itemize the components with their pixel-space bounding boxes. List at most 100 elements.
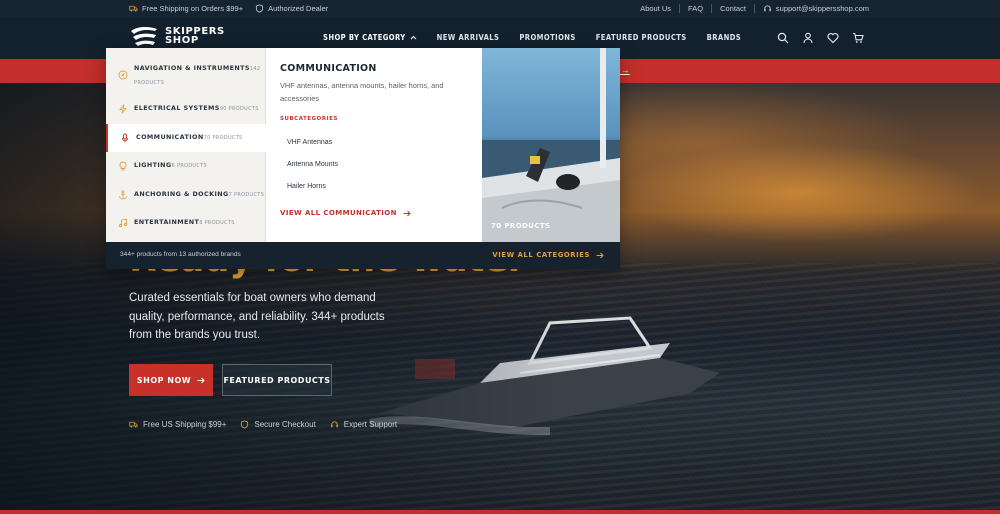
shield-icon — [241, 420, 249, 429]
view-all-label: VIEW ALL COMMUNICATION — [280, 209, 397, 217]
category-count: 90 PRODUCTS — [219, 106, 259, 112]
nav-promotions[interactable]: PROMOTIONS — [519, 33, 575, 42]
category-count: 6 PRODUCTS — [171, 163, 208, 169]
divider — [753, 4, 755, 13]
utility-bar-right: About Us FAQ Contact support@skipperssho… — [640, 4, 869, 13]
headset-icon — [330, 421, 338, 428]
category-name: ANCHORING & DOCKING — [134, 190, 229, 198]
promo-image-count: 70 PRODUCTS — [491, 222, 551, 230]
category-item-communication[interactable]: COMMUNICATION70 PRODUCTS — [106, 124, 266, 152]
subcategory-vhf-antennas[interactable]: VHF Antennas — [287, 139, 332, 146]
subcategory-hailer-horns[interactable]: Hailer Horns — [287, 183, 326, 190]
category-label: ANCHORING & DOCKING7 PRODUCTS — [134, 188, 264, 202]
nav-new-arrivals[interactable]: NEW ARRIVALS — [437, 33, 500, 42]
category-item-lighting[interactable]: LIGHTING6 PRODUCTS — [106, 152, 266, 180]
header-actions — [777, 32, 864, 44]
trust-shipping: Free US Shipping $99+ — [129, 420, 226, 429]
divider — [711, 4, 713, 13]
detail-title: COMMUNICATION — [280, 63, 377, 74]
truck-icon — [129, 421, 138, 428]
free-shipping-text: Free Shipping on Orders $99+ — [142, 4, 244, 13]
trust-support: Expert Support — [330, 420, 397, 429]
music-icon — [118, 218, 128, 228]
detail-description: VHF antennas, antenna mounts, hailer hor… — [280, 81, 444, 103]
arrow-right-icon — [197, 377, 205, 383]
mega-menu-footer: 344+ products from 13 authorized brands … — [106, 242, 620, 269]
logo-wordmark: SKIPPERS SHOP — [165, 27, 225, 46]
radio-photo — [482, 48, 620, 242]
category-mega-menu: NAVIGATION & INSTRUMENTS142 PRODUCTS ELE… — [106, 48, 620, 269]
category-name: NAVIGATION & INSTRUMENTS — [134, 64, 250, 72]
category-label: LIGHTING6 PRODUCTS — [134, 159, 207, 173]
view-all-categories-link[interactable]: VIEW ALL CATEGORIES — [492, 251, 604, 259]
category-label: NAVIGATION & INSTRUMENTS142 PRODUCTS — [134, 62, 266, 90]
chevron-up-icon — [410, 35, 416, 40]
microphone-icon — [121, 133, 129, 143]
wishlist-heart-icon[interactable] — [827, 32, 839, 44]
shop-now-button[interactable]: SHOP NOW — [129, 364, 213, 396]
faq-link[interactable]: FAQ — [688, 4, 703, 13]
search-icon[interactable] — [777, 32, 789, 44]
shield-icon — [256, 4, 264, 13]
headset-icon — [764, 5, 771, 12]
footer-info-text: 344+ products from 13 authorized brands — [120, 251, 241, 258]
category-item-navigation[interactable]: NAVIGATION & INSTRUMENTS142 PRODUCTS — [106, 60, 266, 100]
bulb-icon — [119, 161, 127, 171]
category-count: 7 PRODUCTS — [228, 192, 265, 198]
category-label: ENTERTAINMENT8 PRODUCTS — [134, 216, 235, 230]
trust-badges: Free US Shipping $99+ Secure Checkout Ex… — [129, 420, 397, 429]
support-email-text: support@skippersshop.com — [775, 4, 869, 13]
trust-support-text: Expert Support — [343, 420, 398, 429]
nav-brands[interactable]: BRANDS — [707, 33, 741, 42]
support-email-link[interactable]: support@skippersshop.com — [763, 4, 869, 13]
truck-icon — [129, 5, 138, 12]
authorized-dealer-text: Authorized Dealer — [268, 4, 329, 13]
anchor-icon — [118, 190, 128, 200]
nav-featured-products[interactable]: FEATURED PRODUCTS — [596, 33, 687, 42]
free-shipping-notice: Free Shipping on Orders $99+ — [129, 4, 243, 13]
subcategories-heading: SUBCATEGORIES — [280, 116, 338, 122]
category-label: ELECTRICAL SYSTEMS90 PRODUCTS — [134, 102, 259, 116]
category-item-electrical[interactable]: ELECTRICAL SYSTEMS90 PRODUCTS — [106, 95, 266, 123]
utility-bar-left: Free Shipping on Orders $99+ Authorized … — [129, 4, 328, 13]
nav-shop-by-category[interactable]: SHOP BY CATEGORY — [323, 33, 417, 52]
lightning-icon — [119, 104, 127, 114]
contact-link[interactable]: Contact — [720, 4, 746, 13]
logo-mark-icon — [131, 26, 157, 46]
arrow-right-icon — [403, 210, 411, 216]
trust-secure-text: Secure Checkout — [254, 420, 316, 429]
logo-line-2: SHOP — [165, 35, 199, 46]
category-name: ELECTRICAL SYSTEMS — [134, 104, 220, 112]
main-nav: SHOP BY CATEGORY NEW ARRIVALS PROMOTIONS… — [323, 33, 761, 52]
category-name: LIGHTING — [134, 161, 172, 169]
divider — [679, 4, 681, 13]
utility-bar: Free Shipping on Orders $99+ Authorized … — [0, 0, 1000, 17]
category-label: COMMUNICATION70 PRODUCTS — [136, 131, 243, 145]
view-all-communication-link[interactable]: VIEW ALL COMMUNICATION — [280, 209, 411, 217]
category-list: NAVIGATION & INSTRUMENTS142 PRODUCTS ELE… — [106, 48, 266, 242]
category-count: 70 PRODUCTS — [203, 135, 243, 141]
trust-secure: Secure Checkout — [240, 420, 316, 429]
nav-label: SHOP BY CATEGORY — [323, 33, 406, 42]
category-promo-image[interactable]: 70 PRODUCTS — [482, 48, 620, 242]
featured-products-button[interactable]: FEATURED PRODUCTS — [222, 364, 332, 396]
arrow-right-icon — [596, 252, 604, 258]
category-item-entertainment[interactable]: ENTERTAINMENT8 PRODUCTS — [106, 209, 266, 237]
authorized-dealer-notice: Authorized Dealer — [255, 4, 328, 13]
site-logo[interactable]: SKIPPERS SHOP — [129, 25, 225, 47]
category-detail-panel: COMMUNICATION VHF antennas, antenna moun… — [266, 48, 482, 242]
category-name: ENTERTAINMENT — [134, 218, 200, 226]
compass-icon — [118, 70, 128, 80]
trust-shipping-text: Free US Shipping $99+ — [143, 420, 227, 429]
view-all-categories-label: VIEW ALL CATEGORIES — [492, 251, 590, 259]
hero-subtitle: Curated essentials for boat owners who d… — [129, 292, 385, 341]
account-icon[interactable] — [802, 32, 814, 44]
bottom-accent-strip — [0, 510, 1000, 514]
about-link[interactable]: About Us — [640, 4, 671, 13]
cart-icon[interactable] — [852, 32, 864, 44]
category-count: 8 PRODUCTS — [199, 220, 235, 226]
category-item-anchoring[interactable]: ANCHORING & DOCKING7 PRODUCTS — [106, 181, 266, 209]
subcategory-antenna-mounts[interactable]: Antenna Mounts — [287, 161, 338, 168]
category-name: COMMUNICATION — [136, 133, 204, 141]
shop-now-label: SHOP NOW — [136, 375, 192, 385]
